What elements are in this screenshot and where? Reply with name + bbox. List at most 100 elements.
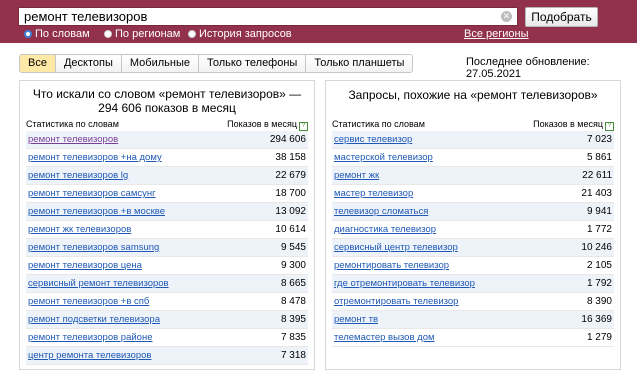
table-row: телевизор сломаться 9 941 xyxy=(332,203,614,221)
query-link[interactable]: телевизор сломаться xyxy=(334,206,428,217)
table-row: ремонт телевизоров +на дому 38 158 xyxy=(26,149,308,167)
tab-desktops[interactable]: Десктопы xyxy=(55,55,122,72)
query-link[interactable]: мастерской телевизор xyxy=(334,152,433,163)
views-count: 21 403 xyxy=(581,188,612,199)
radio-unselected-icon xyxy=(104,30,112,38)
query-link[interactable]: ремонт телевизоров районе xyxy=(28,332,152,343)
views-count: 8 665 xyxy=(280,278,306,289)
views-count: 18 700 xyxy=(275,188,306,199)
views-count: 8 390 xyxy=(586,296,612,307)
last-updated-text: Последнее обновление: 27.05.2021 xyxy=(466,56,590,80)
panel-title: Что искали со словом «ремонт телевизоров… xyxy=(32,87,302,115)
query-link[interactable]: ремонтировать телевизор xyxy=(334,260,449,271)
left-rows-list: ремонт телевизоров 294 606 ремонт телевизо… xyxy=(26,131,308,365)
right-rows-list: сервис телевизор 7 023 мастерской телевизо… xyxy=(332,131,614,347)
query-link[interactable]: отремонтировать телевизор xyxy=(334,296,458,307)
header-bar: ✕ Подобрать По словам По регионам Истори… xyxy=(0,0,637,43)
table-row: телемастер вызов дом 1 279 xyxy=(332,329,614,347)
query-link[interactable]: ремонт телевизоров xyxy=(28,134,118,145)
table-row: центр ремонта телевизоров 7 318 xyxy=(26,347,308,365)
table-row: ремонт тв 16 369 xyxy=(332,311,614,329)
table-row: мастер телевизор 21 403 xyxy=(332,185,614,203)
device-tabs: Все Десктопы Мобильные Только телефоны Т… xyxy=(19,54,414,73)
col-views-text: Показов в месяц xyxy=(533,119,603,129)
query-link[interactable]: ремонт телевизоров lg xyxy=(28,170,128,181)
views-count: 22 611 xyxy=(582,170,612,181)
table-row: сервис телевизор 7 023 xyxy=(332,131,614,149)
query-link[interactable]: ремонт телевизоров самсунг xyxy=(28,188,156,199)
query-link[interactable]: ремонт жк xyxy=(334,170,379,181)
query-link[interactable]: ремонт телевизоров цена xyxy=(28,260,142,271)
radio-unselected-icon xyxy=(188,30,196,38)
views-count: 10 614 xyxy=(275,224,306,235)
all-regions-link[interactable]: Все регионы xyxy=(464,28,529,40)
views-count: 8 395 xyxy=(280,314,306,325)
query-link[interactable]: ремонт жк телевизоров xyxy=(28,224,131,235)
radio-label: По регионам xyxy=(115,28,181,40)
help-icon[interactable]: ? xyxy=(605,122,614,131)
views-count: 38 158 xyxy=(275,152,306,163)
similar-queries-panel: Запросы, похожие на «ремонт телевизоров»… xyxy=(325,80,621,370)
views-count: 7 318 xyxy=(280,350,306,361)
close-icon[interactable]: ✕ xyxy=(501,11,512,22)
query-link[interactable]: ремонт телевизоров +на дому xyxy=(28,152,162,163)
table-row: ремонт телевизоров районе 7 835 xyxy=(26,329,308,347)
query-link[interactable]: сервисный центр телевизор xyxy=(334,242,458,253)
table-row: где отремонтировать телевизор 1 792 xyxy=(332,275,614,293)
table-row: диагностика телевизор 1 772 xyxy=(332,221,614,239)
views-count: 7 835 xyxy=(280,332,306,343)
query-link[interactable]: ремонт тв xyxy=(334,314,378,325)
views-count: 10 246 xyxy=(581,242,612,253)
help-icon[interactable]: ? xyxy=(299,122,308,131)
tab-tablets-only[interactable]: Только планшеты xyxy=(306,55,413,72)
col-views-label: Показов в месяц? xyxy=(227,119,308,131)
query-link[interactable]: ремонт телевизоров samsung xyxy=(28,242,159,253)
views-count: 1 792 xyxy=(586,278,612,289)
panel-title: Запросы, похожие на «ремонт телевизоров» xyxy=(348,88,598,102)
col-views-text: Показов в месяц xyxy=(227,119,297,129)
query-link[interactable]: ремонт телевизоров +в спб xyxy=(28,296,149,307)
radio-by-regions[interactable]: По регионам xyxy=(104,28,180,40)
query-link[interactable]: телемастер вызов дом xyxy=(334,332,435,343)
query-link[interactable]: ремонт подсветки телевизора xyxy=(28,314,160,325)
radio-query-history[interactable]: История запросов xyxy=(188,28,292,40)
query-link[interactable]: сервисный ремонт телевизоров xyxy=(28,278,169,289)
query-link[interactable]: сервис телевизор xyxy=(334,134,412,145)
query-link[interactable]: ремонт телевизоров +в москве xyxy=(28,206,165,217)
searched-with-word-panel: Что искали со словом «ремонт телевизоров… xyxy=(19,80,315,370)
views-count: 9 941 xyxy=(586,206,612,217)
query-link[interactable]: где отремонтировать телевизор xyxy=(334,278,475,289)
query-link[interactable]: диагностика телевизор xyxy=(334,224,436,235)
table-row: ремонт телевизоров 294 606 xyxy=(26,131,308,149)
submit-button[interactable]: Подобрать xyxy=(525,7,598,27)
search-input[interactable] xyxy=(24,8,494,25)
views-count: 22 679 xyxy=(275,170,306,181)
tab-all[interactable]: Все xyxy=(20,55,56,72)
search-box[interactable]: ✕ xyxy=(18,7,518,26)
views-count: 5 861 xyxy=(586,152,612,163)
table-row: сервисный ремонт телевизоров 8 665 xyxy=(26,275,308,293)
views-count: 13 092 xyxy=(275,206,306,217)
radio-selected-icon xyxy=(24,30,32,38)
tab-phones-only[interactable]: Только телефоны xyxy=(198,55,307,72)
table-row: ремонт телевизоров +в спб 8 478 xyxy=(26,293,308,311)
query-link[interactable]: центр ремонта телевизоров xyxy=(28,350,151,361)
col-stat-label: Статистика по словам xyxy=(26,119,119,129)
query-link[interactable]: мастер телевизор xyxy=(334,188,413,199)
views-count: 9 300 xyxy=(280,260,306,271)
table-row: ремонт телевизоров +в москве 13 092 xyxy=(26,203,308,221)
table-row: ремонтировать телевизор 2 105 xyxy=(332,257,614,275)
tab-mobile[interactable]: Мобильные xyxy=(121,55,199,72)
col-stat-label: Статистика по словам xyxy=(332,119,425,129)
table-row: ремонт жк телевизоров 10 614 xyxy=(26,221,308,239)
col-views-label: Показов в месяц? xyxy=(533,119,614,131)
views-count: 1 772 xyxy=(586,224,612,235)
table-row: ремонт телевизоров цена 9 300 xyxy=(26,257,308,275)
views-count: 16 369 xyxy=(581,314,612,325)
table-row: мастерской телевизор 5 861 xyxy=(332,149,614,167)
table-row: ремонт телевизоров lg 22 679 xyxy=(26,167,308,185)
views-count: 7 023 xyxy=(586,134,612,145)
table-row: отремонтировать телевизор 8 390 xyxy=(332,293,614,311)
radio-by-words[interactable]: По словам xyxy=(24,28,90,40)
column-header: Статистика по словам Показов в месяц? xyxy=(332,119,614,131)
